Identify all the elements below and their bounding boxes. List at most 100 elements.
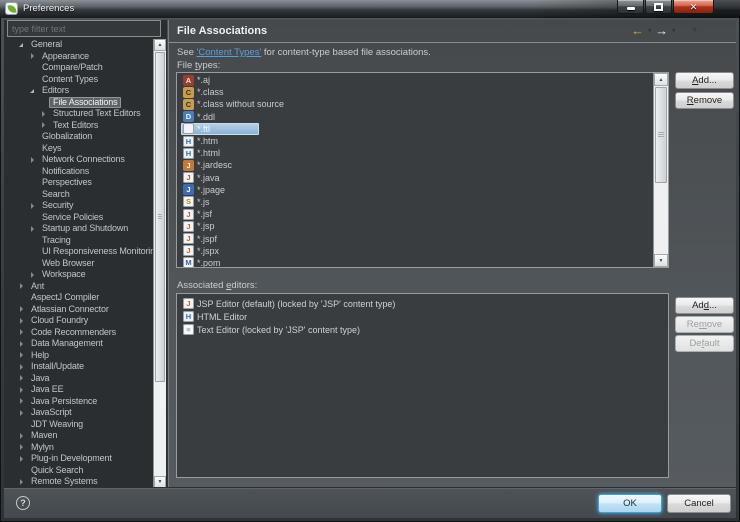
tree-scrollbar[interactable]: ▲ ▼ [153,39,166,488]
tree-item-structured-text-editors[interactable]: Structured Text Editors [4,108,153,120]
maximize-button[interactable] [645,0,672,14]
minimize-button[interactable] [617,0,644,14]
scrollbar-thumb[interactable] [655,87,667,183]
tree-expander-icon[interactable] [29,52,37,60]
tree-expander-icon[interactable] [29,156,37,164]
tree-expander-icon[interactable] [18,340,26,348]
tree-item-web-browser[interactable]: Web Browser [4,258,153,270]
tree-item-atlassian-connector[interactable]: Atlassian Connector [4,304,153,316]
tree-expander-icon[interactable] [18,386,26,394]
tree-expander-icon[interactable] [18,317,26,325]
tree-expander-icon[interactable] [40,121,48,129]
scroll-down-button[interactable]: ▼ [154,476,166,488]
file-type-jardesc[interactable]: J *.jardesc [178,159,652,171]
file-type-jspx[interactable]: J *.jspx [178,245,652,257]
file-type-htm[interactable]: H *.htm [178,135,652,147]
tree-expander-icon[interactable] [29,87,37,95]
tree-expander-icon[interactable] [18,478,26,486]
tree-item-help[interactable]: Help [4,350,153,362]
tree-expander-icon[interactable] [18,328,26,336]
file-type-js[interactable]: S *.js [178,196,652,208]
tree-item-ui-responsiveness-monitoring[interactable]: UI Responsiveness Monitoring [4,246,153,258]
forward-arrow-icon[interactable]: → [655,24,668,37]
file-type-class[interactable]: C *.class [178,86,652,98]
tree-expander-icon[interactable] [18,305,26,313]
tree-expander-icon[interactable] [29,202,37,210]
associated-editors-remove-button[interactable]: Remove [675,316,734,333]
tree-expander-icon[interactable] [18,397,26,405]
back-arrow-icon[interactable]: ← [631,24,644,37]
tree-item-text-editors[interactable]: Text Editors [4,120,153,132]
tree-item-plug-in-development[interactable]: Plug-in Development [4,453,153,465]
tree-expander-icon[interactable] [18,432,26,440]
tree-item-appearance[interactable]: Appearance [4,51,153,63]
file-types-scrollbar[interactable]: ▲ ▼ [653,73,668,267]
tree-item-cloud-foundry[interactable]: Cloud Foundry [4,315,153,327]
forward-dropdown-icon[interactable]: ▼ [671,28,676,34]
tree-expander-icon[interactable] [18,409,26,417]
tree-item-globalization[interactable]: Globalization [4,131,153,143]
tree-item-file-associations[interactable]: File Associations [4,96,153,109]
titlebar[interactable]: Preferences ✕ [0,0,740,18]
editor-item-html-editor[interactable]: H HTML Editor [178,310,667,323]
tree-item-general[interactable]: General [4,39,153,51]
file-type-jsp[interactable]: J *.jsp [178,220,652,232]
file-type-aj[interactable]: A *.aj [178,74,652,86]
scroll-down-button[interactable]: ▼ [654,254,668,267]
tree-item-java[interactable]: Java [4,373,153,385]
back-dropdown-icon[interactable]: ▼ [647,28,652,34]
associated-editors-add-button[interactable]: Add... [675,297,734,314]
scroll-up-button[interactable]: ▲ [154,39,166,51]
tree-expander-icon[interactable] [18,282,26,290]
tree-item-ant[interactable]: Ant [4,281,153,293]
tree-item-jdt-weaving[interactable]: JDT Weaving [4,419,153,431]
file-type-jsf[interactable]: J *.jsf [178,208,652,220]
tree-item-aspectj-compiler[interactable]: AspectJ Compiler [4,292,153,304]
tree-expander-icon[interactable] [18,41,26,49]
tree-expander-icon[interactable] [40,110,48,118]
ok-button[interactable]: OK [598,494,662,513]
tree-item-compare-patch[interactable]: Compare/Patch [4,62,153,74]
file-type-class-without-source[interactable]: C *.class without source [178,98,652,110]
file-type-java[interactable]: J *.java [178,172,652,184]
tree-expander-icon[interactable] [29,271,37,279]
tree-item-tracing[interactable]: Tracing [4,235,153,247]
file-types-remove-button[interactable]: Remove [675,92,734,109]
tree-item-perspectives[interactable]: Perspectives [4,177,153,189]
tree-expander-icon[interactable] [18,374,26,382]
tree-item-java-ee[interactable]: Java EE [4,384,153,396]
tree-item-javascript[interactable]: JavaScript [4,407,153,419]
tree-item-quick-search[interactable]: Quick Search [4,465,153,477]
tree-item-data-management[interactable]: Data Management [4,338,153,350]
tree-item-editors[interactable]: Editors [4,85,153,97]
help-icon[interactable]: ? [16,496,30,510]
tree-item-startup-and-shutdown[interactable]: Startup and Shutdown [4,223,153,235]
tree-item-service-policies[interactable]: Service Policies [4,212,153,224]
tree-expander-icon[interactable] [29,225,37,233]
file-type-pom[interactable]: M *.pom [178,257,652,267]
content-types-link[interactable]: 'Content Types' [197,47,262,58]
editor-item-jsp-editor-default-locked-by-jsp-content[interactable]: J JSP Editor (default) (locked by 'JSP' c… [178,297,667,310]
tree-item-java-persistence[interactable]: Java Persistence [4,396,153,408]
file-type-html[interactable]: H *.html [178,147,652,159]
tree-item-remote-systems[interactable]: Remote Systems [4,476,153,488]
scrollbar-thumb[interactable] [155,52,165,382]
file-type-ftl[interactable]: *.ftl [178,122,652,135]
filter-input[interactable] [7,20,161,37]
tree-item-mylyn[interactable]: Mylyn [4,442,153,454]
scroll-up-button[interactable]: ▲ [654,73,668,86]
associated-editors-default-button[interactable]: Default [675,335,734,352]
editor-item-text-editor-locked-by-jsp-content-type[interactable]: ≡ Text Editor (locked by 'JSP' content ty… [178,323,667,336]
file-type-jspf[interactable]: J *.jspf [178,232,652,245]
tree-expander-icon[interactable] [18,363,26,371]
tree-item-network-connections[interactable]: Network Connections [4,154,153,166]
file-type-ddl[interactable]: D *.ddl [178,111,652,123]
tree-item-search[interactable]: Search [4,189,153,201]
file-types-add-button[interactable]: Add... [675,72,734,89]
tree-item-keys[interactable]: Keys [4,143,153,155]
close-button[interactable]: ✕ [673,0,714,14]
tree-item-security[interactable]: Security [4,200,153,212]
tree-item-code-recommenders[interactable]: Code Recommenders [4,327,153,339]
cancel-button[interactable]: Cancel [667,494,731,513]
tree-item-content-types[interactable]: Content Types [4,74,153,86]
